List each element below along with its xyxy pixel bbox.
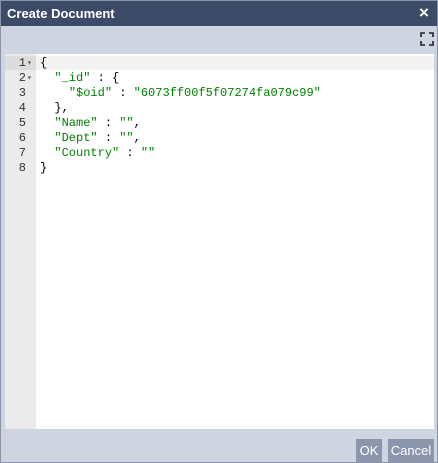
code-text: { [40, 56, 47, 71]
code-text: "Name" : "", [40, 116, 141, 131]
json-key: "Country" [54, 146, 120, 160]
close-icon[interactable]: × [416, 4, 432, 22]
json-punctuation: , [133, 131, 141, 145]
json-editor[interactable]: 1 ▾{2 ▾ "_id" : {3 "$oid" : "6073ff00f5f07… [5, 54, 434, 429]
json-key: "_id" [54, 71, 91, 85]
fold-toggle-icon[interactable]: ▾ [27, 56, 35, 71]
line-number: 1 [18, 56, 26, 70]
line-number: 3 [18, 86, 26, 100]
json-string: "" [119, 116, 134, 130]
code-line[interactable]: 5 "Name" : "", [5, 116, 434, 131]
line-number: 8 [18, 161, 26, 175]
json-string: "" [140, 146, 156, 160]
line-number: 4 [18, 101, 26, 115]
dialog-title: Create Document [7, 6, 115, 21]
code-line[interactable]: 6 "Dept" : "", [5, 131, 434, 146]
json-key: "Name" [54, 116, 98, 130]
json-punctuation: , [133, 116, 141, 130]
create-document-dialog: Create Document × 1 ▾{2 ▾ "_id" : {3 "$oid… [0, 0, 438, 463]
json-punctuation: } [40, 161, 48, 175]
code-line[interactable]: 4 }, [5, 101, 434, 116]
code-text: }, [40, 101, 69, 116]
code-line[interactable]: 1 ▾ { [5, 56, 434, 71]
code-line[interactable]: 3 "$oid" : "6073ff00f5f07274fa079c99" [5, 86, 434, 101]
code-line[interactable]: 7 "Country" : "" [5, 146, 434, 161]
code-text: "$oid" : "6073ff00f5f07274fa079c99" [40, 86, 321, 101]
fullscreen-expand-icon[interactable] [420, 32, 434, 46]
json-string: "6073ff00f5f07274fa079c99" [133, 86, 321, 100]
json-key: "$oid" [68, 86, 113, 100]
json-string: "" [119, 131, 134, 145]
code-lines[interactable]: 1 ▾{2 ▾ "_id" : {3 "$oid" : "6073ff00f5f07… [5, 56, 434, 176]
fold-toggle-icon[interactable]: ▾ [27, 71, 35, 86]
ok-button[interactable]: OK [356, 439, 382, 462]
cancel-button[interactable]: Cancel [388, 439, 434, 462]
line-number: 7 [18, 146, 26, 160]
code-line[interactable]: 8} [5, 161, 434, 176]
json-key: "Dept" [54, 131, 98, 145]
json-punctuation: : [119, 146, 141, 160]
line-number: 6 [18, 131, 26, 145]
code-text: "Dept" : "", [40, 131, 141, 146]
line-number: 5 [18, 116, 26, 130]
code-text: "_id" : { [40, 71, 119, 86]
code-text: } [40, 161, 47, 176]
json-punctuation: : [97, 116, 120, 130]
json-punctuation: { [40, 56, 48, 70]
json-punctuation: : { [90, 71, 120, 85]
json-punctuation: }, [54, 101, 69, 115]
line-number: 2 [18, 71, 26, 85]
code-line[interactable]: 2 ▾ "_id" : { [5, 71, 434, 86]
dialog-titlebar[interactable]: Create Document × [1, 1, 437, 26]
code-text: "Country" : "" [40, 146, 155, 161]
json-punctuation: : [112, 86, 134, 100]
json-punctuation: : [97, 131, 120, 145]
